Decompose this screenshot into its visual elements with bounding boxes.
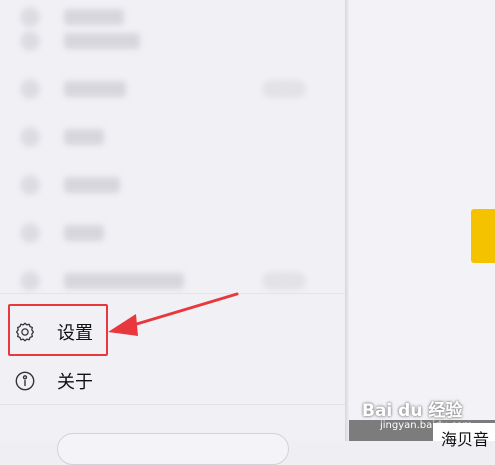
watermark-logo: Bai du 经验 [362,401,463,421]
highlight-box [8,304,108,356]
blurred-row[interactable] [12,216,312,250]
blurred-badge [262,80,306,98]
blurred-row[interactable] [12,72,312,106]
navigation-drawer: 设置 关于 [0,0,345,465]
blurred-text [64,273,184,289]
about-label: 关于 [57,372,93,393]
blurred-menu-items [0,0,345,300]
blurred-row[interactable] [12,24,312,58]
blurred-icon [20,271,40,291]
about-menu-item[interactable]: 关于 [8,357,308,405]
info-circle-icon [13,369,37,393]
blurred-text [64,9,124,25]
floating-tab[interactable] [471,209,495,263]
blurred-badge [262,272,306,290]
blurred-icon [20,223,40,243]
blurred-text [64,177,120,193]
bottom-action-button[interactable] [57,433,289,465]
partial-label-text: 海贝音 [441,430,490,449]
annotation-arrow [108,292,239,336]
blurred-text [64,33,140,49]
blurred-icon [20,79,40,99]
blurred-row[interactable] [12,120,312,154]
blurred-icon [20,175,40,195]
partial-label-box: 海贝音 [433,423,495,449]
blurred-icon [20,31,40,51]
blurred-row[interactable] [12,168,312,202]
blurred-text [64,81,126,97]
blurred-icon [20,127,40,147]
menu-divider-bottom [0,404,345,405]
blurred-text [64,129,104,145]
blurred-text [64,225,104,241]
